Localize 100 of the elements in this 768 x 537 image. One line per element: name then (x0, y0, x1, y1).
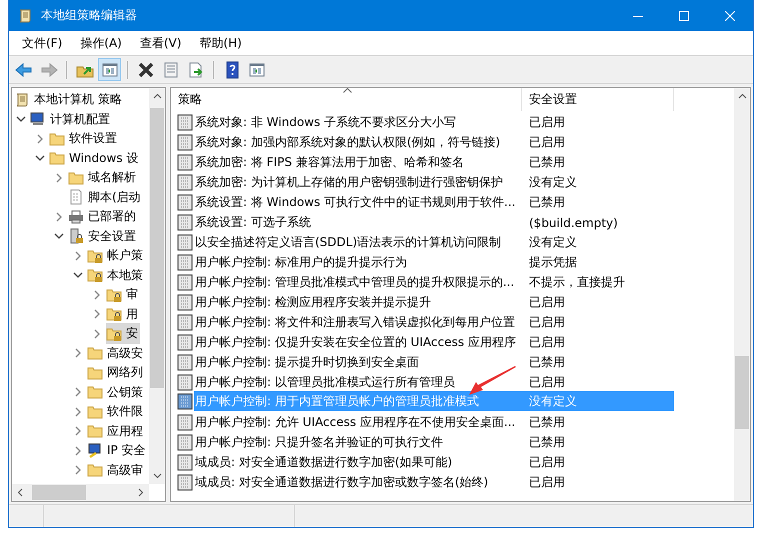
tree-toggle-button[interactable] (98, 58, 121, 81)
annotation-arrow (469, 366, 517, 396)
policy-icon (177, 454, 193, 471)
tree-item[interactable]: 软件设置 (49, 128, 119, 150)
policy-name[interactable]: 用户帐户控制: 检测应用程序安装并提示提升 (194, 291, 432, 314)
collapse-chevron-icon[interactable] (73, 270, 83, 280)
policy-name[interactable]: 域成员: 对安全通道数据进行数字加密或数字签名(始终) (194, 471, 490, 494)
menu-item[interactable]: 操作(A) (71, 32, 131, 54)
tree-item[interactable]: 域名解析 (68, 167, 138, 188)
expand-chevron-icon[interactable] (54, 212, 64, 222)
policy-icon (177, 134, 193, 151)
column-header[interactable]: 策略 (171, 88, 522, 111)
printer-icon (68, 208, 84, 225)
folder-icon (87, 345, 103, 362)
policy-name[interactable]: 用户帐户控制: 管理员批准模式中管理员的提升权限提示的... (194, 271, 516, 294)
policy-name[interactable]: 用户帐户控制: 以管理员批准模式运行所有管理员 (194, 371, 456, 394)
tree-item[interactable]: 安全设置 (68, 226, 138, 247)
policy-icon (177, 274, 193, 291)
policy-name[interactable]: 系统加密: 为计算机上存储的用户密钥强制进行强密钥保护 (194, 171, 504, 194)
setting-value: 已禁用 (528, 414, 566, 431)
setting-value: 没有定义 (528, 234, 578, 251)
expand-chevron-icon[interactable] (92, 309, 102, 320)
policy-icon (177, 354, 193, 371)
scroll-up-icon[interactable] (738, 93, 746, 99)
expand-chevron-icon[interactable] (73, 446, 83, 456)
policy-name[interactable]: 系统设置: 可选子系统 (194, 211, 312, 234)
scrollbar[interactable] (734, 88, 750, 501)
policy-name[interactable]: 以安全描述符定义语言(SDDL)语法表示的计算机访问限制 (194, 231, 502, 254)
tree-item[interactable]: IP 安全 (87, 440, 148, 462)
policy-name[interactable]: 用户帐户控制: 将文件和注册表写入错误虚拟化到每用户位置 (194, 311, 516, 334)
column-header[interactable]: 安全设置 (522, 88, 674, 111)
expand-chevron-icon[interactable] (54, 172, 64, 183)
expand-chevron-icon[interactable] (92, 290, 102, 300)
expand-chevron-icon[interactable] (73, 250, 83, 261)
tree-item[interactable]: 高级审 (87, 460, 145, 481)
tree-item[interactable]: 用 (106, 304, 140, 325)
tree-item[interactable]: 软件限 (87, 401, 145, 422)
scroll-down-icon[interactable] (152, 473, 162, 479)
tree-item[interactable]: 脚本(启动 (68, 186, 143, 208)
scroll-up-icon[interactable] (152, 93, 162, 99)
scroll-thumb[interactable] (735, 356, 749, 429)
scroll-thumb[interactable] (32, 485, 86, 500)
tree-item[interactable]: 网络列 (87, 362, 145, 384)
collapse-chevron-icon[interactable] (35, 153, 45, 164)
tree-item[interactable]: 高级安 (87, 342, 145, 364)
tree-item[interactable]: 本地计算机 策略 (14, 89, 124, 110)
expand-chevron-icon[interactable] (73, 406, 83, 417)
policy-name[interactable]: 用户帐户控制: 提示提升时切换到安全桌面 (194, 351, 420, 374)
menu-item[interactable]: 帮助(H) (190, 32, 251, 54)
policy-icon (177, 174, 193, 191)
policy-name[interactable]: 系统加密: 将 FIPS 兼容算法用于加密、哈希和签名 (194, 151, 465, 174)
computer-key-icon (87, 442, 103, 459)
scroll-thumb[interactable] (150, 108, 164, 388)
tree-item[interactable]: 安 (106, 323, 140, 344)
scrollbar[interactable] (149, 88, 165, 484)
policy-name[interactable]: 用户帐户控制: 只提升签名并验证的可执行文件 (194, 431, 444, 454)
setting-value: 不提示，直接提升 (528, 274, 626, 291)
document-icon (68, 189, 84, 206)
collapse-chevron-icon[interactable] (54, 231, 64, 242)
expand-chevron-icon[interactable] (92, 328, 102, 339)
expand-chevron-icon[interactable] (73, 465, 83, 476)
scroll-right-icon[interactable] (138, 488, 144, 497)
scroll-icon (17, 8, 33, 24)
setting-value: ($build.empty) (528, 214, 619, 232)
policy-name[interactable]: 用户帐户控制: 允许 UIAccess 应用程序在不使用安全桌面... (194, 411, 516, 434)
menu-item[interactable]: 文件(F) (13, 32, 72, 54)
tree-item[interactable]: Windows 设 (49, 148, 140, 169)
window-title: 本地组策略编辑器 (41, 7, 138, 24)
policy-icon (177, 374, 193, 391)
folder-icon (87, 423, 103, 440)
scrollbar[interactable] (12, 484, 149, 501)
policy-name[interactable]: 用户帐户控制: 标准用户的提升提示行为 (194, 251, 408, 274)
policy-name[interactable]: 域成员: 对安全通道数据进行数字加密(如果可能) (194, 451, 454, 474)
locked-folder-icon (106, 306, 122, 322)
collapse-chevron-icon[interactable] (16, 114, 26, 124)
tree-item[interactable]: 公钥策 (87, 382, 145, 403)
setting-value: 已启用 (528, 114, 566, 131)
tree-item[interactable]: 帐户策 (87, 245, 145, 266)
scroll-left-icon[interactable] (17, 488, 23, 497)
setting-value: 已禁用 (528, 434, 566, 451)
policy-name[interactable]: 系统对象: 加强内部系统对象的默认权限(例如，符号链接) (194, 131, 502, 154)
tree-item[interactable]: 已部署的 (68, 206, 138, 228)
tree-item[interactable]: 审 (106, 284, 140, 306)
expand-chevron-icon[interactable] (73, 426, 83, 436)
expand-chevron-icon[interactable] (73, 348, 83, 358)
locked-folder-icon (87, 248, 103, 264)
tree-item[interactable]: 计算机配置 (30, 108, 112, 130)
expand-chevron-icon[interactable] (35, 134, 45, 144)
computer-icon (30, 111, 46, 128)
tree-item[interactable]: 本地策 (87, 264, 145, 286)
tree-item[interactable]: 应用程 (87, 420, 145, 442)
scroll-icon (14, 92, 30, 108)
policy-name[interactable]: 用户帐户控制: 仅提升安装在安全位置的 UIAccess 应用程序 (194, 331, 517, 354)
menu-item[interactable]: 查看(V) (130, 32, 190, 54)
expand-chevron-icon[interactable] (73, 387, 83, 398)
policy-name[interactable]: 系统设置: 将 Windows 可执行文件中的证书规则用于软件... (194, 191, 516, 214)
policy-icon (177, 334, 193, 351)
policy-name[interactable]: 系统对象: 非 Windows 子系统不要求区分大小写 (194, 111, 458, 134)
setting-value: 已启用 (528, 314, 566, 331)
setting-value: 没有定义 (522, 391, 674, 411)
